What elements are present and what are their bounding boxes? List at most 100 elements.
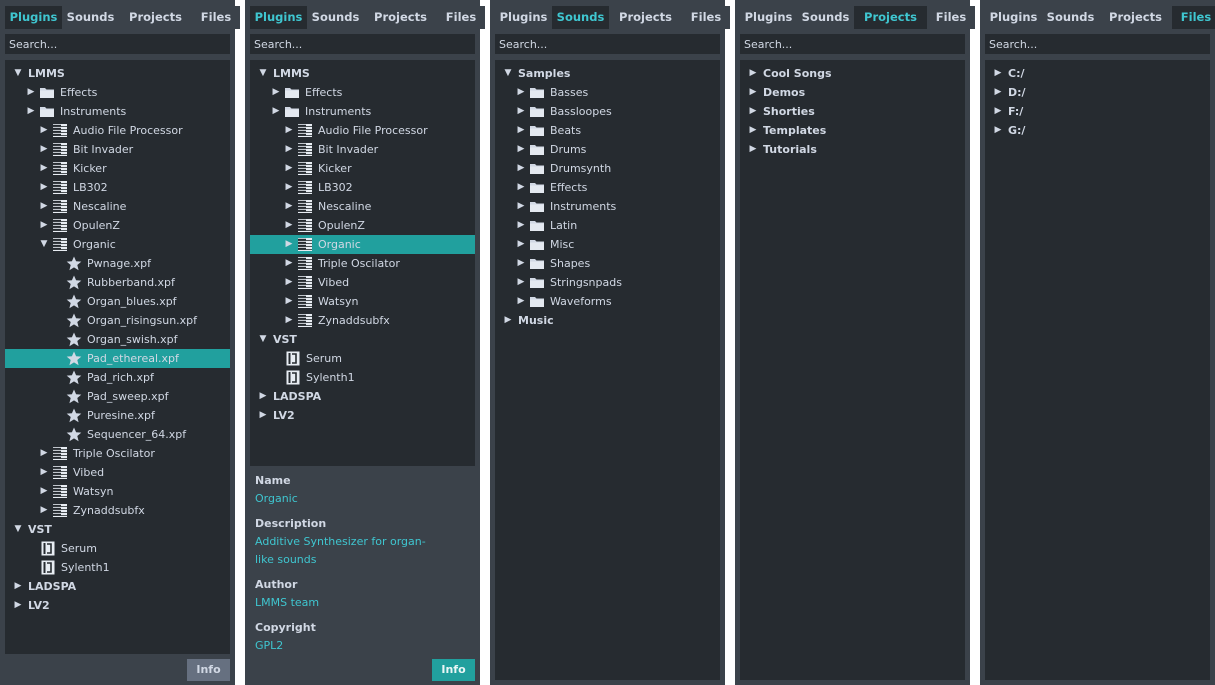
collapse-arrow-icon[interactable]: ▼ — [258, 64, 268, 83]
expand-arrow-icon[interactable]: ▶ — [39, 482, 49, 501]
tree-item[interactable]: ▶ LB302 — [5, 178, 230, 197]
expand-arrow-icon[interactable]: ▶ — [516, 178, 526, 197]
expand-arrow-icon[interactable]: ▶ — [13, 577, 23, 596]
expand-arrow-icon[interactable]: ▶ — [516, 197, 526, 216]
expand-arrow-icon[interactable]: ▶ — [258, 387, 268, 406]
tree-item[interactable]: ▶ OpulenZ — [250, 216, 475, 235]
expand-arrow-icon[interactable]: ▶ — [39, 501, 49, 520]
expand-arrow-icon[interactable]: ▶ — [39, 121, 49, 140]
tab-sounds[interactable]: Sounds — [1042, 6, 1099, 29]
tree-item[interactable]: ▶ Bassloopes — [495, 102, 720, 121]
collapse-arrow-icon[interactable]: ▼ — [13, 520, 23, 539]
tree-item[interactable]: ▶ Kicker — [5, 159, 230, 178]
tab-files[interactable]: Files — [1172, 6, 1215, 29]
search-input[interactable] — [985, 34, 1210, 54]
expand-arrow-icon[interactable]: ▶ — [13, 596, 23, 615]
tree-item[interactable]: ▶ Triple Oscilator — [5, 444, 230, 463]
collapse-arrow-icon[interactable]: ▼ — [39, 235, 49, 254]
expand-arrow-icon[interactable]: ▶ — [39, 444, 49, 463]
expand-arrow-icon[interactable]: ▶ — [284, 216, 294, 235]
tree-category[interactable]: ▶ LV2 — [5, 596, 230, 615]
info-button[interactable]: Info — [432, 659, 475, 681]
expand-arrow-icon[interactable]: ▶ — [284, 292, 294, 311]
tree-category[interactable]: ▶ G:/ — [985, 121, 1210, 140]
tree-item[interactable]: Pwnage.xpf — [5, 254, 230, 273]
tree-item[interactable]: Serum — [250, 349, 475, 368]
tab-files[interactable]: Files — [437, 6, 485, 29]
tree-item[interactable]: ▶ Basses — [495, 83, 720, 102]
tree-item[interactable]: ▶ Zynaddsubfx — [250, 311, 475, 330]
expand-arrow-icon[interactable]: ▶ — [516, 140, 526, 159]
tree-item[interactable]: Pad_ethereal.xpf — [5, 349, 230, 368]
tree-item[interactable]: Sylenth1 — [5, 558, 230, 577]
tree-item[interactable]: Sylenth1 — [250, 368, 475, 387]
expand-arrow-icon[interactable]: ▶ — [284, 235, 294, 254]
tab-projects[interactable]: Projects — [854, 6, 927, 29]
tab-plugins[interactable]: Plugins — [5, 6, 62, 29]
search-input[interactable] — [740, 34, 965, 54]
expand-arrow-icon[interactable]: ▶ — [39, 140, 49, 159]
tree-item[interactable]: Rubberband.xpf — [5, 273, 230, 292]
expand-arrow-icon[interactable]: ▶ — [284, 197, 294, 216]
tree-item[interactable]: Pad_rich.xpf — [5, 368, 230, 387]
tree-item[interactable]: ▶ Vibed — [250, 273, 475, 292]
tree-item[interactable]: Organ_risingsun.xpf — [5, 311, 230, 330]
expand-arrow-icon[interactable]: ▶ — [993, 102, 1003, 121]
tree-item[interactable]: ▶ Nescaline — [250, 197, 475, 216]
tab-projects[interactable]: Projects — [609, 6, 682, 29]
tree-item[interactable]: Serum — [5, 539, 230, 558]
expand-arrow-icon[interactable]: ▶ — [748, 140, 758, 159]
tree-item[interactable]: Organ_blues.xpf — [5, 292, 230, 311]
expand-arrow-icon[interactable]: ▶ — [284, 121, 294, 140]
tree-item[interactable]: Sequencer_64.xpf — [5, 425, 230, 444]
tree-category[interactable]: ▶ F:/ — [985, 102, 1210, 121]
tree-item[interactable]: ▶ Drumsynth — [495, 159, 720, 178]
tree-item[interactable]: Puresine.xpf — [5, 406, 230, 425]
tree-item[interactable]: ▶ Effects — [250, 83, 475, 102]
expand-arrow-icon[interactable]: ▶ — [748, 83, 758, 102]
expand-arrow-icon[interactable]: ▶ — [284, 140, 294, 159]
tree-item[interactable]: ▶ Nescaline — [5, 197, 230, 216]
tree-item[interactable]: ▶ Misc — [495, 235, 720, 254]
expand-arrow-icon[interactable]: ▶ — [516, 159, 526, 178]
tree-category[interactable]: ▶ Cool Songs — [740, 64, 965, 83]
tree-item[interactable]: ▶ Shapes — [495, 254, 720, 273]
tree-category[interactable]: ▼ LMMS — [5, 64, 230, 83]
tree-item[interactable]: ▶ Watsyn — [250, 292, 475, 311]
expand-arrow-icon[interactable]: ▶ — [748, 121, 758, 140]
tree-category[interactable]: ▶ LADSPA — [5, 577, 230, 596]
tree-item[interactable]: ▶ Watsyn — [5, 482, 230, 501]
expand-arrow-icon[interactable]: ▶ — [271, 83, 281, 102]
tree-category[interactable]: ▶ Demos — [740, 83, 965, 102]
tree-item[interactable]: ▶ Kicker — [250, 159, 475, 178]
tab-plugins[interactable]: Plugins — [250, 6, 307, 29]
tree-item[interactable]: ▶ Instruments — [495, 197, 720, 216]
tree-item[interactable]: ▶ Instruments — [5, 102, 230, 121]
tab-plugins[interactable]: Plugins — [495, 6, 552, 29]
expand-arrow-icon[interactable]: ▶ — [993, 64, 1003, 83]
expand-arrow-icon[interactable]: ▶ — [26, 102, 36, 121]
tree-category[interactable]: ▼ VST — [250, 330, 475, 349]
tree-item[interactable]: ▶ Vibed — [5, 463, 230, 482]
tree-item[interactable]: ▶ Stringsnpads — [495, 273, 720, 292]
tab-sounds[interactable]: Sounds — [797, 6, 854, 29]
expand-arrow-icon[interactable]: ▶ — [39, 178, 49, 197]
tab-sounds[interactable]: Sounds — [307, 6, 364, 29]
tree-item[interactable]: ▶ LB302 — [250, 178, 475, 197]
expand-arrow-icon[interactable]: ▶ — [516, 235, 526, 254]
tree-item[interactable]: ▶ Effects — [5, 83, 230, 102]
expand-arrow-icon[interactable]: ▶ — [993, 121, 1003, 140]
expand-arrow-icon[interactable]: ▶ — [748, 102, 758, 121]
tree-category[interactable]: ▶ LV2 — [250, 406, 475, 425]
tree-category[interactable]: ▶ D:/ — [985, 83, 1210, 102]
tree-item[interactable]: ▶ Latin — [495, 216, 720, 235]
tree-category[interactable]: ▶ Templates — [740, 121, 965, 140]
tree-item[interactable]: ▶ Organic — [250, 235, 475, 254]
tree-item[interactable]: ▶ OpulenZ — [5, 216, 230, 235]
expand-arrow-icon[interactable]: ▶ — [516, 254, 526, 273]
tree-item[interactable]: ▶ Zynaddsubfx — [5, 501, 230, 520]
expand-arrow-icon[interactable]: ▶ — [284, 254, 294, 273]
tab-projects[interactable]: Projects — [1099, 6, 1172, 29]
expand-arrow-icon[interactable]: ▶ — [516, 102, 526, 121]
expand-arrow-icon[interactable]: ▶ — [284, 159, 294, 178]
